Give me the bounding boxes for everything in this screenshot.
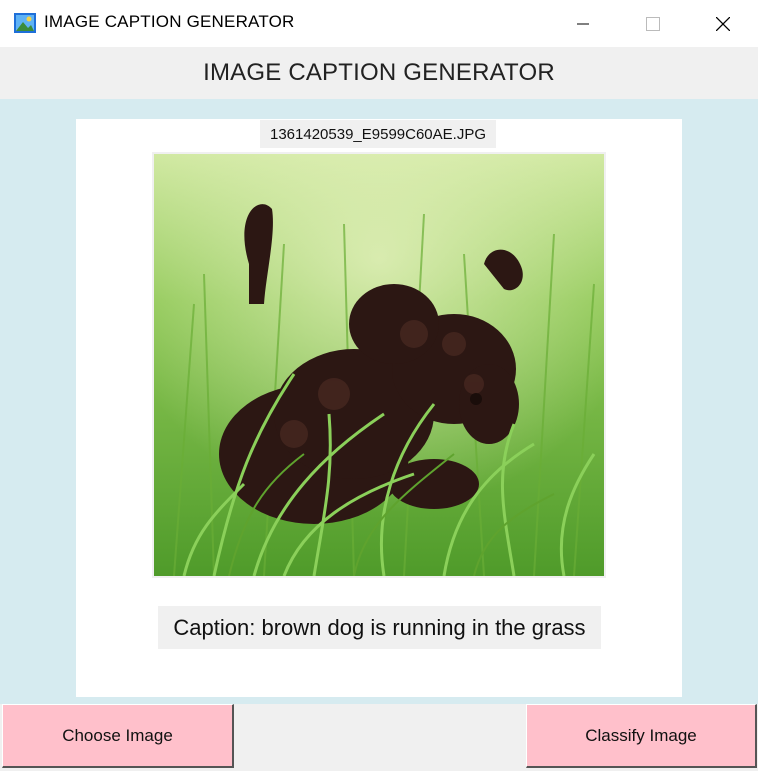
- image-panel: 1361420539_E9599C60AE.JPG Caption: brown…: [76, 119, 682, 697]
- classify-image-button[interactable]: Classify Image: [526, 704, 757, 768]
- button-bar: Choose Image Classify Image: [0, 704, 758, 771]
- window-title: IMAGE CAPTION GENERATOR: [44, 12, 295, 31]
- image-filename-label: 1361420539_E9599C60AE.JPG: [260, 120, 496, 148]
- photo-app-icon: [14, 13, 36, 33]
- window-titlebar[interactable]: IMAGE CAPTION GENERATOR: [0, 0, 758, 47]
- page-title: IMAGE CAPTION GENERATOR: [203, 59, 555, 86]
- close-icon[interactable]: [688, 0, 758, 47]
- caption-text: Caption: brown dog is running in the gra…: [158, 606, 601, 649]
- choose-image-button[interactable]: Choose Image: [2, 704, 234, 768]
- main-area: 1361420539_E9599C60AE.JPG Caption: brown…: [0, 99, 758, 704]
- minimize-icon[interactable]: [548, 0, 618, 47]
- maximize-icon[interactable]: [618, 0, 688, 47]
- app-header: IMAGE CAPTION GENERATOR: [0, 47, 758, 99]
- uploaded-image: [152, 152, 606, 578]
